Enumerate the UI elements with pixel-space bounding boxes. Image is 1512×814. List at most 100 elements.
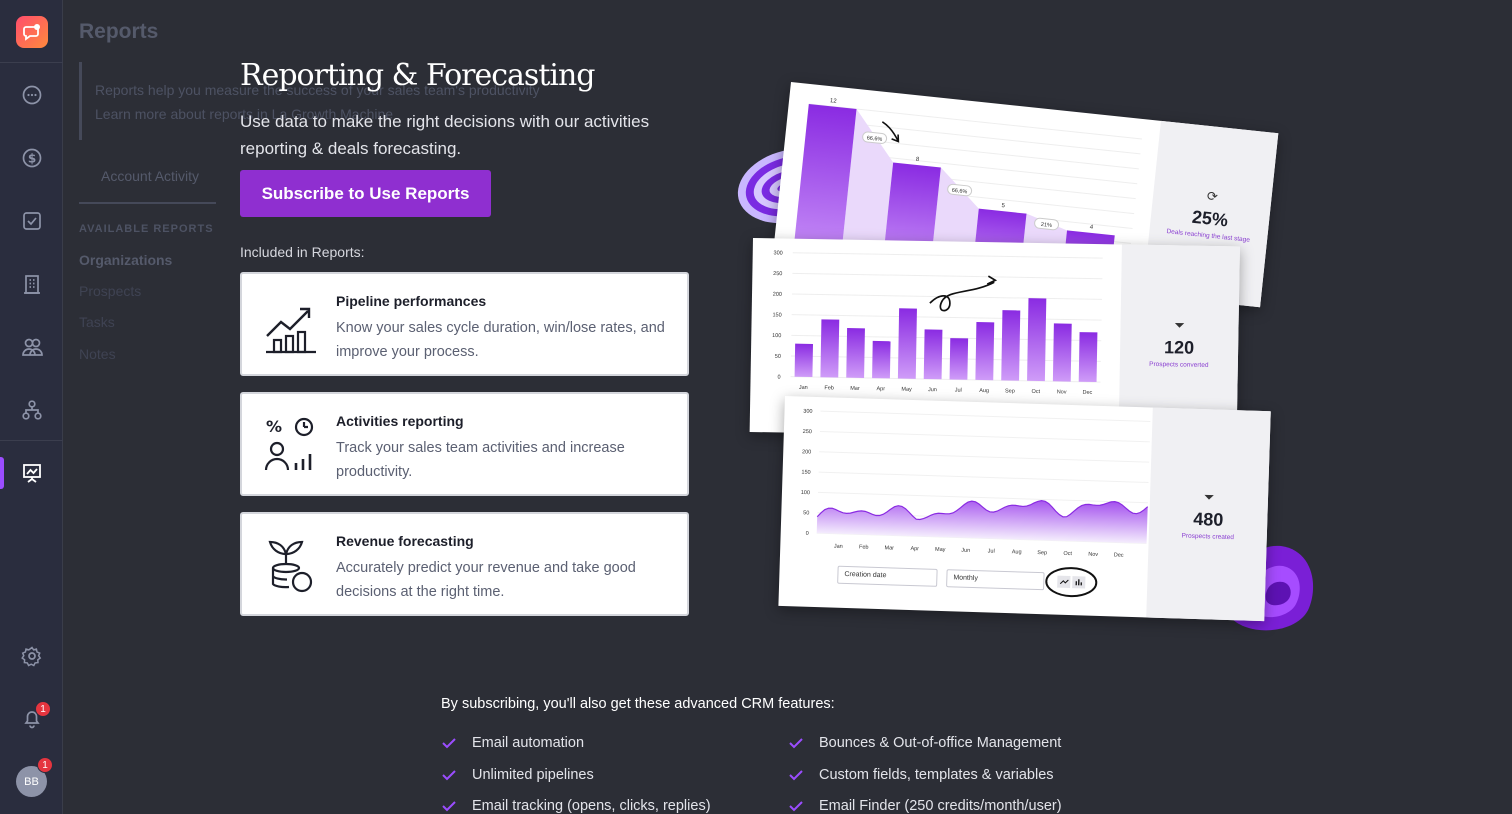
- notification-badge: 1: [35, 701, 51, 717]
- funnel-bar-label: 12: [830, 98, 838, 105]
- funnel-stat-value: 25%: [1191, 206, 1229, 231]
- avatar-badge: 1: [37, 757, 53, 773]
- y-tick-label: 0: [806, 531, 809, 537]
- x-tick-label: Nov: [1088, 552, 1098, 558]
- grid-line: [820, 410, 1151, 422]
- included-label: Included in Reports:: [240, 244, 365, 260]
- x-tick-label: Jun: [961, 548, 970, 554]
- x-tick-label: Apr: [910, 546, 919, 552]
- x-tick-label: Oct: [1063, 551, 1072, 557]
- x-tick-label: Feb: [859, 544, 869, 550]
- grid-line: [792, 272, 1103, 280]
- subtitle: Use data to make the right decisions wit…: [240, 112, 650, 158]
- area-fill: [816, 500, 1148, 544]
- x-tick-label: Jul: [955, 388, 962, 394]
- report-item-notes: Notes: [79, 346, 116, 362]
- reports-illustration: 12 8 5 4 66,6% 66,6% 21% ⟳ 25% Deals reaching …: [733, 78, 1323, 638]
- x-tick-label: Aug: [1012, 549, 1022, 555]
- y-tick-label: 100: [801, 490, 810, 496]
- gear-icon[interactable]: [19, 643, 45, 669]
- x-tick-label: Aug: [979, 388, 989, 394]
- x-tick-label: Jan: [799, 385, 808, 391]
- subscribe-button[interactable]: Subscribe to Use Reports: [240, 170, 491, 217]
- people-icon[interactable]: [19, 334, 45, 360]
- circled-toggle: [1045, 567, 1098, 598]
- building-icon[interactable]: [19, 271, 45, 297]
- check-icon: [442, 770, 456, 781]
- monthly-select: Monthly: [946, 569, 1045, 591]
- card-title: Activities reporting: [336, 413, 464, 429]
- card-title: Pipeline performances: [336, 293, 487, 309]
- y-tick-label: 250: [803, 429, 812, 435]
- bar: [1052, 323, 1072, 382]
- x-tick-label: Dec: [1114, 552, 1124, 558]
- sidebar: $ 1 BB 1: [0, 0, 63, 814]
- x-tick-label: Dec: [1082, 390, 1092, 396]
- bar: [1001, 310, 1021, 381]
- bar: [1078, 332, 1098, 383]
- active-indicator: [0, 457, 4, 489]
- y-tick-label: 50: [775, 354, 781, 360]
- doodle-arrow: [929, 275, 998, 312]
- x-tick-label: Oct: [1031, 389, 1040, 395]
- funnel-bar-label: 5: [1001, 203, 1006, 209]
- tab-account-activity: Account Activity: [101, 168, 200, 184]
- features-title: By subscribing, you'll also get these ad…: [441, 696, 835, 712]
- y-tick-label: 200: [773, 292, 782, 298]
- check-icon: [789, 770, 803, 781]
- y-tick-label: 250: [773, 271, 782, 277]
- x-tick-label: Nov: [1057, 389, 1067, 395]
- feature-label: Bounces & Out-of-office Management: [819, 735, 1062, 751]
- feature-label: Email Finder (250 credits/month/user): [819, 798, 1062, 814]
- grid-line: [791, 314, 1102, 321]
- page-title: Reports: [79, 20, 159, 43]
- bar: [794, 343, 813, 378]
- area-stat-label: Prospects created: [1181, 532, 1235, 541]
- app-logo[interactable]: [16, 16, 48, 48]
- check-icon: [789, 801, 803, 812]
- filter-icon: ⏷: [1203, 488, 1215, 505]
- check-icon: [442, 738, 456, 749]
- check-icon: [442, 801, 456, 812]
- feature-label: Email tracking (opens, clicks, replies): [472, 798, 711, 814]
- report-item-tasks: Tasks: [79, 314, 115, 330]
- dollar-icon[interactable]: $: [19, 145, 45, 171]
- reports-icon[interactable]: [19, 460, 45, 486]
- bar: [923, 329, 943, 380]
- grid-line: [792, 252, 1103, 259]
- funnel-pct-label: 21%: [1041, 222, 1053, 229]
- bar: [975, 322, 995, 381]
- x-tick-label: Jan: [834, 544, 843, 550]
- bar-stat-value: 120: [1163, 336, 1195, 358]
- bar: [949, 338, 969, 380]
- x-tick-label: Apr: [876, 386, 885, 392]
- x-tick-label: Sep: [1037, 550, 1047, 556]
- bar: [820, 319, 840, 378]
- plant-coins-icon: [264, 536, 318, 594]
- bar: [1027, 298, 1047, 382]
- y-tick-label: 150: [772, 312, 781, 318]
- hierarchy-icon[interactable]: [19, 397, 45, 423]
- chat-icon[interactable]: [19, 82, 45, 108]
- x-tick-label: May: [935, 547, 946, 553]
- card-description: Know your sales cycle duration, win/lose…: [336, 320, 665, 360]
- x-tick-label: Mar: [884, 545, 894, 551]
- bar: [872, 340, 891, 379]
- check-icon: [789, 738, 803, 749]
- cycle-icon: ⟳: [1206, 188, 1219, 205]
- grid-line: [818, 471, 1149, 483]
- y-tick-label: 50: [803, 510, 809, 516]
- funnel-bar-label: 8: [916, 157, 921, 163]
- report-item-prospects: Prospects: [79, 283, 142, 299]
- card-title: Revenue forecasting: [336, 533, 474, 549]
- y-tick-label: 200: [802, 449, 811, 455]
- bar-stat-label: Prospects converted: [1149, 360, 1209, 369]
- filter-icon: ⏷: [1174, 316, 1185, 333]
- chart-growth-icon: [264, 296, 318, 354]
- checkbox-icon[interactable]: [19, 208, 45, 234]
- funnel-stat-label: Deals reaching the last stage: [1166, 228, 1251, 244]
- x-tick-label: May: [901, 387, 912, 393]
- grid-line: [819, 430, 1150, 443]
- svg-text:$: $: [28, 152, 36, 166]
- report-item-organizations: Organizations: [79, 252, 173, 268]
